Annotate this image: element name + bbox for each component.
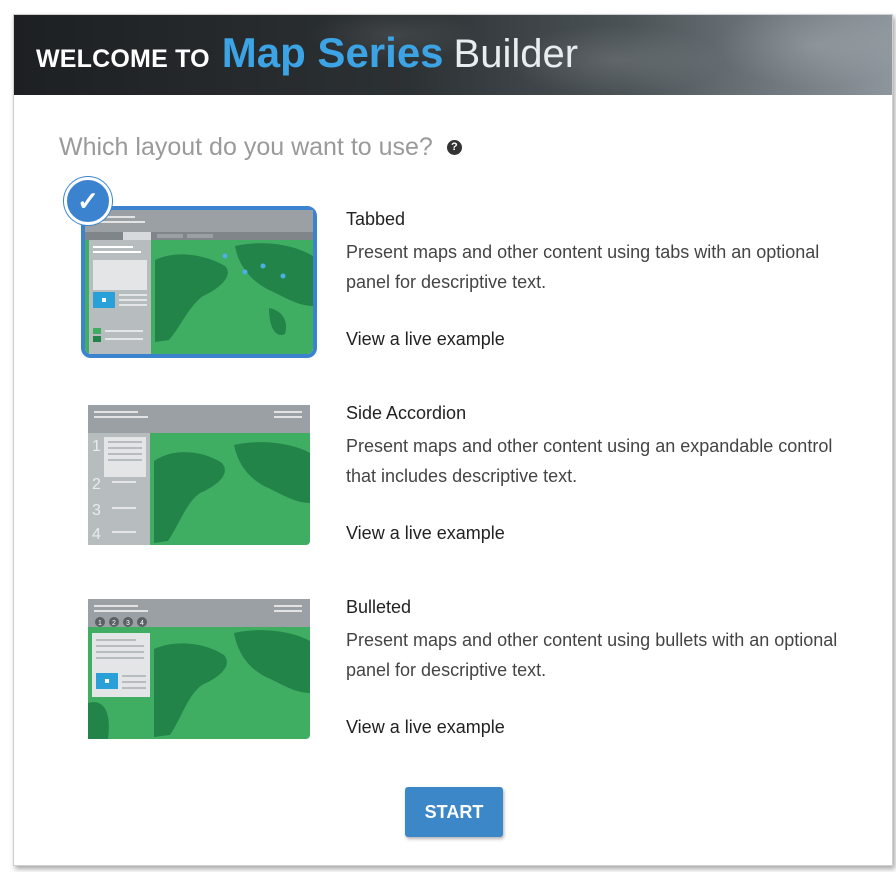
layout-description-tabbed: Present maps and other content using tab… [346, 242, 820, 292]
bullet-number: 3 [126, 620, 130, 627]
accordion-number: 4 [92, 526, 101, 543]
accordion-number: 1 [92, 438, 101, 455]
bullet-number: 4 [140, 620, 144, 627]
layout-question: Which layout do you want to use? ? [59, 133, 462, 162]
question-text: Which layout do you want to use? [59, 133, 433, 161]
dialog-title: WELCOME TO Map Series Builder [36, 29, 578, 79]
bullet-number: 1 [98, 620, 102, 627]
layout-option-bulleted[interactable]: 1 2 3 4 Bulleted Present maps and other … [14, 597, 892, 757]
title-brand: Map Series [221, 29, 444, 76]
bullet-number: 2 [112, 620, 116, 627]
thumbnail-side-accordion[interactable]: 1 2 3 4 [88, 405, 310, 545]
start-button[interactable]: START [405, 787, 503, 837]
live-example-link-side-accordion[interactable]: View a live example [346, 523, 505, 544]
bulleted-preview-image: 1 2 3 4 [88, 599, 310, 739]
selected-check-icon: ✓ [64, 177, 112, 225]
live-example-link-tabbed[interactable]: View a live example [346, 329, 505, 350]
layout-option-side-accordion[interactable]: 1 2 3 4 Side Accordion Present maps and … [14, 403, 892, 563]
layout-description-bulleted: Present maps and other content using bul… [346, 630, 838, 680]
layout-title-bulleted: Bulleted [346, 597, 412, 617]
thumbnail-tabbed[interactable] [81, 206, 317, 358]
live-example-link-bulleted[interactable]: View a live example [346, 717, 505, 738]
thumbnail-bulleted[interactable]: 1 2 3 4 [88, 599, 310, 739]
dialog-header: WELCOME TO Map Series Builder [14, 15, 892, 95]
side-accordion-preview-image: 1 2 3 4 [88, 405, 310, 545]
layout-description-side-accordion: Present maps and other content using an … [346, 436, 833, 486]
accordion-number: 3 [92, 502, 101, 519]
help-icon[interactable]: ? [446, 140, 462, 155]
accordion-number: 2 [92, 476, 101, 493]
layout-dialog: WELCOME TO Map Series Builder Which layo… [13, 14, 893, 866]
title-welcome: WELCOME TO [36, 45, 210, 73]
tabbed-preview-image [85, 210, 313, 354]
layout-title-tabbed: Tabbed [346, 209, 406, 229]
layout-title-side-accordion: Side Accordion [346, 403, 467, 423]
layout-option-tabbed[interactable]: ✓ Tabbed Present maps and other content … [14, 177, 892, 369]
title-builder: Builder [453, 32, 579, 76]
